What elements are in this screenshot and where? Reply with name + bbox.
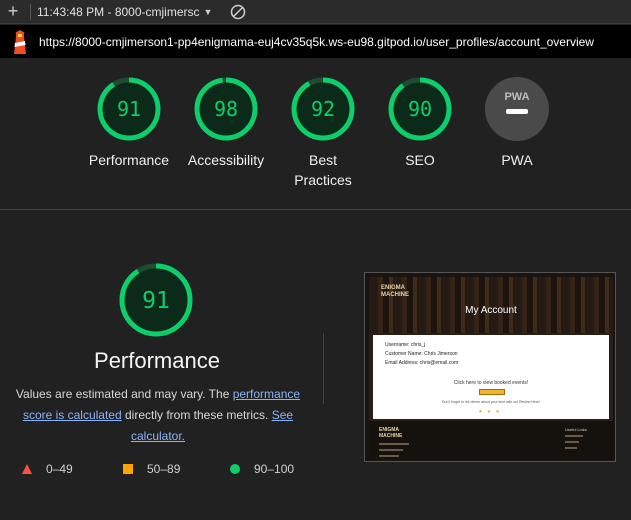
- gauge-best-practices[interactable]: 92 Best Practices: [273, 76, 373, 190]
- legend-fail: 0–49: [22, 462, 73, 476]
- gauge-label: PWA: [501, 152, 533, 168]
- devtools-toolbar: + 11:43:48 PM - 8000-cmjimersc ▼: [0, 0, 631, 24]
- category-gauges: 91 Performance 98 Accessibility 92 Best …: [0, 58, 631, 210]
- report-url-bar: https://8000-cmjimerson1-pp4enigmama-euj…: [0, 25, 631, 58]
- performance-score-gauge: 91: [119, 263, 193, 337]
- clear-icon[interactable]: [230, 4, 246, 20]
- footer-line: [565, 441, 579, 443]
- thumbnail-footer: ENIGMA MACHINE Useful Links: [369, 421, 613, 459]
- accessibility-gauge-icon: 98: [194, 77, 258, 141]
- section-divider: [323, 333, 324, 404]
- new-report-button[interactable]: +: [0, 0, 26, 24]
- thumbnail-heading: My Account: [465, 305, 517, 316]
- footer-line: [379, 449, 403, 451]
- footer-line: [379, 443, 409, 445]
- gauge-score: 98: [214, 97, 238, 121]
- thumbnail-username: Username: chris_j: [385, 342, 426, 348]
- account-card: Username: chris_j Customer Name: Chris J…: [373, 335, 609, 419]
- pwa-badge-text: PWA: [504, 91, 529, 103]
- report-selector[interactable]: 11:43:48 PM - 8000-cmjimersc ▼: [37, 5, 212, 19]
- gauge-label: Performance: [88, 152, 170, 168]
- thumbnail-stars: ★★★: [478, 409, 504, 415]
- gauge-label: SEO: [405, 152, 435, 168]
- footer-line: [565, 447, 577, 449]
- screenshot-content: ENIGMA MACHINE My Account Username: chri…: [369, 277, 613, 459]
- gauge-seo[interactable]: 90 SEO: [370, 76, 470, 170]
- gauge-accessibility[interactable]: 98 Accessibility: [176, 76, 276, 170]
- thumbnail-reminder: Don't forget to tell others about your t…: [442, 400, 540, 404]
- performance-title: Performance: [94, 348, 220, 373]
- footer-line: [565, 435, 583, 437]
- gauge-pwa[interactable]: PWA PWA: [467, 76, 567, 170]
- desc-text: Values are estimated and may vary. The: [15, 387, 233, 401]
- thumbnail-brand: ENIGMA MACHINE: [381, 285, 409, 298]
- gauge-label: Best Practices: [294, 152, 352, 188]
- thumbnail-booked-events: Click here to view booked events!: [453, 380, 529, 386]
- legend-average: 50–89: [123, 462, 180, 476]
- thumbnail-customer-name: Customer Name: Chris Jimerson: [385, 351, 458, 357]
- best-practices-gauge-icon: 92: [291, 77, 355, 141]
- legend-range: 0–49: [46, 462, 73, 476]
- thumbnail-footer-brand: ENIGMA MACHINE: [379, 427, 403, 439]
- footer-line: [379, 455, 399, 457]
- triangle-icon: [22, 464, 32, 474]
- final-screenshot[interactable]: ENIGMA MACHINE My Account Username: chri…: [364, 272, 616, 462]
- pwa-badge-icon: PWA: [485, 77, 549, 141]
- thumbnail-link: [385, 370, 455, 374]
- gauge-score: 92: [311, 97, 335, 121]
- thumbnail-button: [479, 389, 505, 395]
- gauge-score: 90: [408, 97, 432, 121]
- toolbar-divider: [30, 3, 31, 20]
- square-icon: [123, 464, 133, 474]
- thumbnail-footer-heading: Useful Links: [565, 427, 587, 432]
- performance-gauge-icon: 91: [97, 77, 161, 141]
- gauge-score: 91: [117, 97, 141, 121]
- legend-range: 50–89: [147, 462, 181, 476]
- report-selector-label: 11:43:48 PM - 8000-cmjimersc: [37, 4, 200, 19]
- legend-pass: 90–100: [230, 462, 294, 476]
- gauge-label: Accessibility: [187, 152, 265, 168]
- report-url[interactable]: https://8000-cmjimerson1-pp4enigmama-euj…: [39, 35, 594, 49]
- performance-score: 91: [142, 288, 170, 314]
- performance-description: Values are estimated and may vary. The p…: [10, 384, 306, 447]
- desc-text: directly from these metrics.: [121, 408, 272, 422]
- legend-range: 90–100: [254, 462, 295, 476]
- thumbnail-email: Email Address: chris@email.com: [385, 360, 459, 366]
- circle-icon: [230, 464, 240, 474]
- lighthouse-logo-icon: [14, 29, 26, 54]
- gauge-performance[interactable]: 91 Performance: [79, 76, 179, 170]
- seo-gauge-icon: 90: [388, 77, 452, 141]
- caret-down-icon: ▼: [203, 6, 213, 17]
